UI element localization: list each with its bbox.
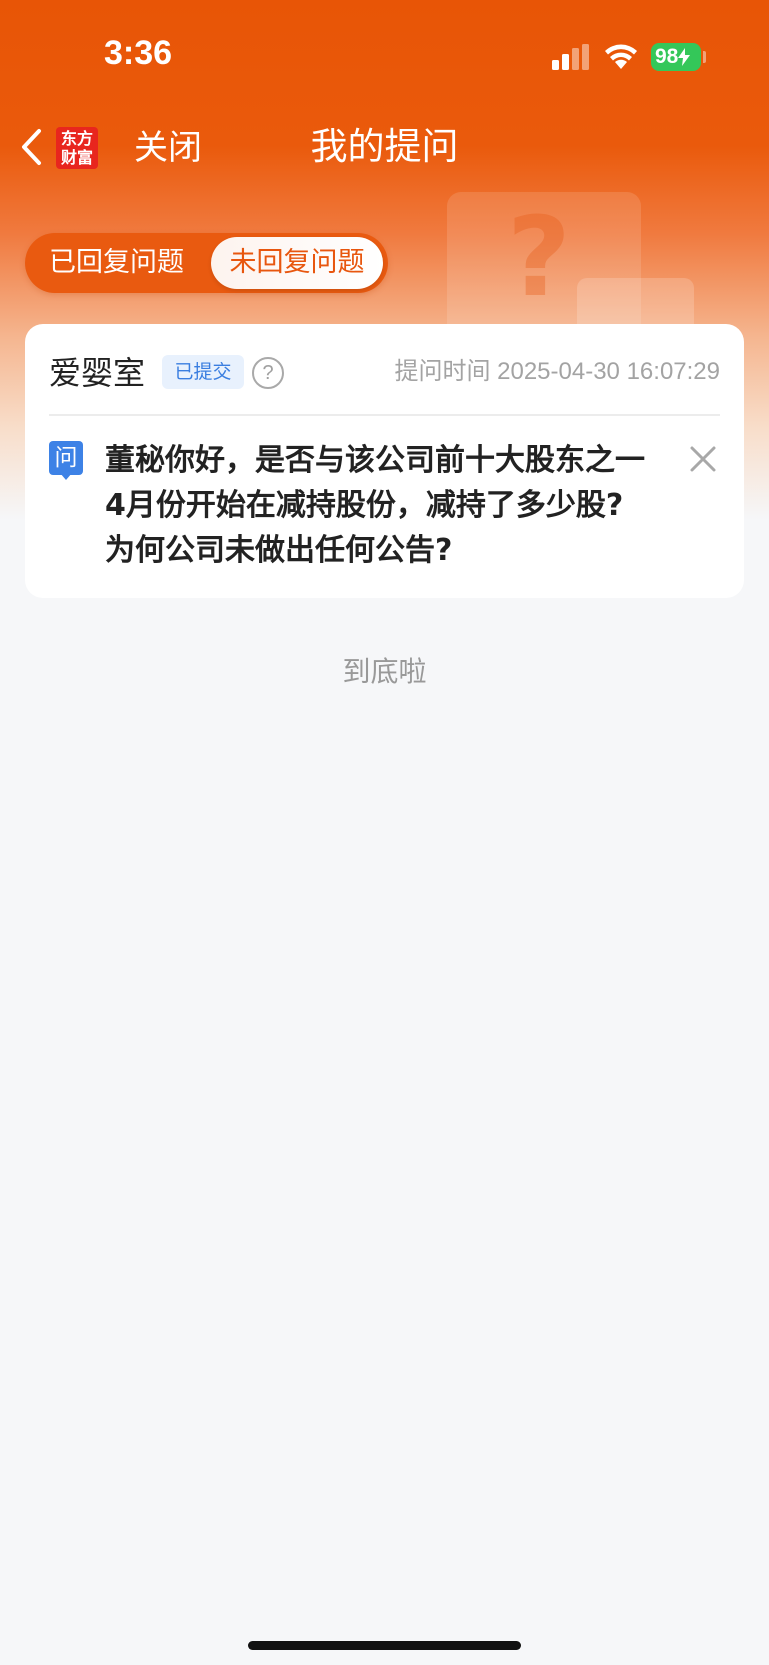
question-card[interactable]: 爱婴室 已提交 ? 提问时间 2025-04-30 16:07:29 问 董秘你…	[25, 324, 744, 598]
battery-tip	[703, 51, 706, 63]
question-text: 董秘你好，是否与该公司前十大股东之一 4月份开始在减持股份，减持了多少股? 为何…	[105, 438, 675, 573]
battery-level: 98	[655, 45, 679, 68]
help-icon[interactable]: ?	[252, 357, 284, 389]
ask-time-label: 提问时间	[394, 358, 491, 385]
charging-bolt-icon	[678, 48, 691, 66]
screen: ? 3:36 98 东方 财富 关闭 我的提问 已回复问题 未回复问题 爱婴室 …	[0, 0, 769, 1665]
wifi-icon	[605, 44, 637, 69]
segmented-tabs: 已回复问题 未回复问题	[25, 233, 388, 293]
page-title: 我的提问	[310, 125, 459, 168]
battery-indicator: 98	[651, 43, 701, 71]
question-line: 4月份开始在减持股份，减持了多少股?	[105, 488, 624, 523]
question-badge-tail	[60, 473, 72, 480]
question-line: 为何公司未做出任何公告?	[105, 533, 453, 568]
status-badge: 已提交	[162, 355, 244, 389]
question-badge-icon: 问	[49, 441, 83, 475]
cellular-signal-icon	[552, 44, 589, 70]
ask-time-value: 2025-04-30 16:07:29	[497, 358, 720, 385]
tab-replied[interactable]: 已回复问题	[25, 233, 208, 293]
question-line: 董秘你好，是否与该公司前十大股东之一	[105, 443, 645, 478]
end-of-list-text: 到底啦	[342, 655, 427, 688]
company-name[interactable]: 爱婴室	[49, 350, 145, 396]
tab-unreplied[interactable]: 未回复问题	[211, 237, 383, 289]
divider	[49, 414, 720, 416]
close-icon[interactable]	[688, 444, 718, 474]
status-time: 3:36	[104, 34, 173, 72]
home-indicator[interactable]	[248, 1641, 521, 1650]
ask-time: 提问时间 2025-04-30 16:07:29	[394, 354, 720, 390]
